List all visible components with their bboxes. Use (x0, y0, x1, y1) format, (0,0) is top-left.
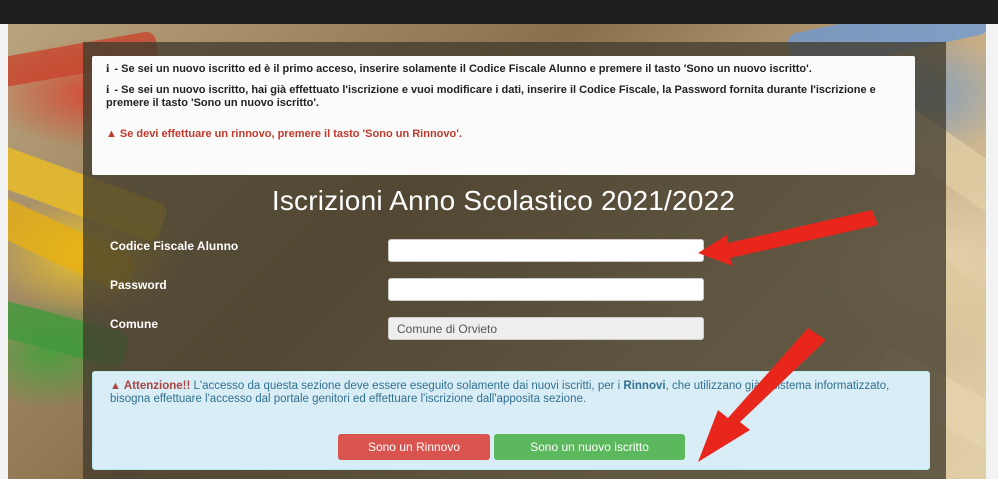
codice-fiscale-input[interactable] (388, 239, 704, 262)
comune-field[interactable] (388, 317, 704, 340)
rinnovo-button[interactable]: Sono un Rinnovo (338, 434, 490, 460)
info-line-2: i - Se sei un nuovo iscritto, hai già ef… (106, 82, 876, 110)
attention-strong: ▲ Attenzione!! (110, 380, 191, 392)
password-label: Password (110, 278, 167, 292)
warning-icon: ▲ (110, 380, 121, 392)
nuovo-iscritto-button[interactable]: Sono un nuovo iscritto (494, 434, 685, 460)
comune-label: Comune (110, 317, 158, 331)
renewal-warning: ▲ Se devi effettuare un rinnovo, premere … (106, 128, 462, 140)
info-line-1: i - Se sei un nuovo iscritto ed è il pri… (106, 61, 812, 76)
rinnovi-strong: Rinnovi (623, 380, 666, 392)
top-bar (0, 0, 998, 24)
info-icon: i (106, 82, 110, 96)
warning-icon: ▲ (106, 128, 117, 140)
info-box: i - Se sei un nuovo iscritto ed è il pri… (92, 56, 915, 175)
page-title: Iscrizioni Anno Scolastico 2021/2022 (271, 185, 736, 216)
password-input[interactable] (388, 278, 704, 301)
codice-fiscale-label: Codice Fiscale Alunno (110, 239, 239, 253)
info-icon: i (106, 61, 110, 75)
